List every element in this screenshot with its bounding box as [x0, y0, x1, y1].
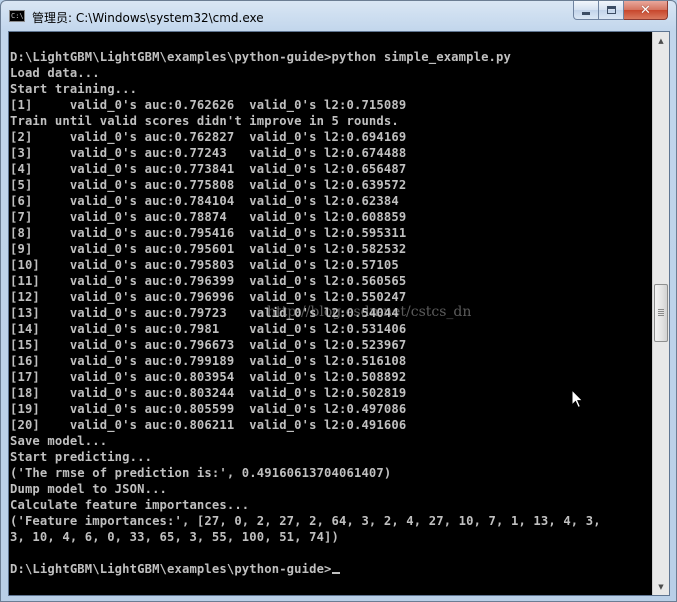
console-frame: D:\LightGBM\LightGBM\examples\python-gui… [8, 31, 670, 596]
prompt-text: D:\LightGBM\LightGBM\examples\python-gui… [10, 562, 332, 576]
console-line: Dump model to JSON... [10, 482, 168, 496]
console-line: D:\LightGBM\LightGBM\examples\python-gui… [10, 50, 511, 64]
maximize-icon [606, 6, 616, 14]
prompt-line[interactable]: D:\LightGBM\LightGBM\examples\python-gui… [10, 561, 650, 577]
watermark: http://blog.csdn.net/cstcs_dn [267, 304, 472, 320]
console-line: ('The rmse of prediction is:', 0.4916061… [10, 466, 392, 480]
minimize-button[interactable] [573, 1, 599, 20]
console-line: Train until valid scores didn't improve … [10, 114, 399, 128]
console-line: Load data... [10, 66, 100, 80]
thumb-grip [658, 315, 664, 316]
console-line: [19] valid_0's auc:0.805599 valid_0's l2… [10, 402, 407, 416]
console-line: [11] valid_0's auc:0.796399 valid_0's l2… [10, 274, 407, 288]
scroll-up-button[interactable]: ▲ [653, 32, 669, 49]
minimize-icon [582, 11, 590, 15]
close-button[interactable]: ✕ [624, 1, 668, 20]
maximize-button[interactable] [599, 1, 624, 20]
caption-buttons: ✕ [573, 1, 668, 21]
thumb-grip [658, 313, 664, 314]
console-line: Save model... [10, 434, 108, 448]
thumb-grip [658, 311, 664, 312]
arrow-down-icon: ▼ [658, 582, 664, 591]
thumb-grip [658, 309, 664, 310]
scroll-down-button[interactable]: ▼ [653, 578, 669, 595]
text-cursor [331, 572, 340, 574]
console-line: [15] valid_0's auc:0.796673 valid_0's l2… [10, 338, 407, 352]
mouse-pointer-icon [571, 389, 584, 409]
console-line: [14] valid_0's auc:0.7981 valid_0's l2:0… [10, 322, 407, 336]
console-line: Start predicting... [10, 450, 153, 464]
app-icon-text: C:\ [11, 12, 24, 20]
console-line: [4] valid_0's auc:0.773841 valid_0's l2:… [10, 162, 407, 176]
console-line: [16] valid_0's auc:0.799189 valid_0's l2… [10, 354, 407, 368]
console-line: [3] valid_0's auc:0.77243 valid_0's l2:0… [10, 146, 407, 160]
cmd-window: C:\ 管理员: C:\Windows\system32\cmd.exe ✕ D… [0, 0, 677, 602]
console-line: [12] valid_0's auc:0.796996 valid_0's l2… [10, 290, 407, 304]
close-icon: ✕ [640, 2, 651, 18]
console-line: [18] valid_0's auc:0.803244 valid_0's l2… [10, 386, 407, 400]
console-line: [6] valid_0's auc:0.784104 valid_0's l2:… [10, 194, 399, 208]
console-output[interactable]: D:\LightGBM\LightGBM\examples\python-gui… [9, 32, 652, 595]
vertical-scrollbar[interactable]: ▲ ▼ [652, 32, 669, 595]
console-line: [1] valid_0's auc:0.762626 valid_0's l2:… [10, 98, 407, 112]
console-line: [17] valid_0's auc:0.803954 valid_0's l2… [10, 370, 407, 384]
console-line: Calculate feature importances... [10, 498, 250, 512]
console-line: [5] valid_0's auc:0.775808 valid_0's l2:… [10, 178, 407, 192]
console-line: [7] valid_0's auc:0.78874 valid_0's l2:0… [10, 210, 407, 224]
window-title: 管理员: C:\Windows\system32\cmd.exe [32, 11, 264, 25]
cmd-icon[interactable]: C:\ [9, 10, 25, 22]
console-line: [2] valid_0's auc:0.762827 valid_0's l2:… [10, 130, 407, 144]
console-line: ('Feature importances:', [27, 0, 2, 27, … [10, 514, 601, 528]
scroll-thumb[interactable] [654, 284, 668, 342]
arrow-up-icon: ▲ [658, 36, 664, 45]
console-line: [8] valid_0's auc:0.795416 valid_0's l2:… [10, 226, 407, 240]
console-line: 3, 10, 4, 6, 0, 33, 65, 3, 55, 100, 51, … [10, 530, 340, 544]
title-bar[interactable]: C:\ 管理员: C:\Windows\system32\cmd.exe ✕ [1, 1, 676, 32]
console-line: [10] valid_0's auc:0.795803 valid_0's l2… [10, 258, 399, 272]
console-line: [9] valid_0's auc:0.795601 valid_0's l2:… [10, 242, 407, 256]
console-line: [20] valid_0's auc:0.806211 valid_0's l2… [10, 418, 407, 432]
console-line: Start training... [10, 82, 138, 96]
